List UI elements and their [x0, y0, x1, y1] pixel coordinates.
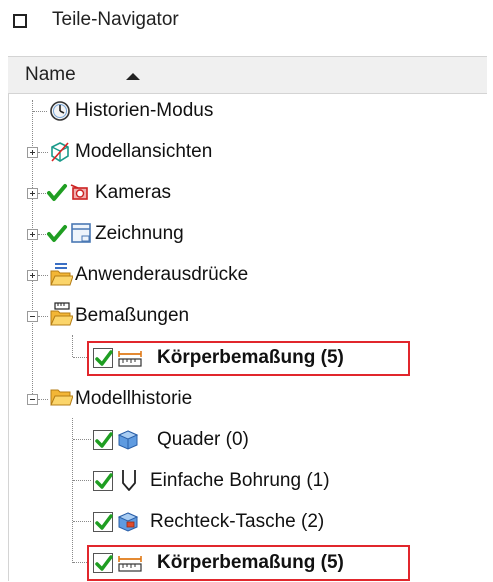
tree-item-label: Rechteck-Tasche (2)	[150, 511, 325, 532]
tree-item-model-views[interactable]: Modellansichten	[0, 133, 493, 173]
window-title: Teile-Navigator	[52, 9, 179, 30]
tree-item-drawing[interactable]: Zeichnung	[0, 215, 493, 255]
expand-plus-icon[interactable]	[27, 270, 38, 281]
visibility-checkbox[interactable]	[93, 348, 113, 368]
tree-item-body-dimension[interactable]: Körperbemaßung (5)	[0, 338, 493, 378]
expand-plus-icon[interactable]	[27, 229, 38, 240]
tree-line	[33, 111, 47, 112]
cube-icon	[117, 429, 139, 451]
tree-item-body-dimension[interactable]: Körperbemaßung (5)	[0, 542, 493, 582]
tree-item-cameras[interactable]: Kameras	[0, 174, 493, 214]
dimension-ruler-icon	[117, 552, 143, 574]
expressions-folder-icon	[49, 261, 73, 287]
visibility-checkbox[interactable]	[93, 471, 113, 491]
tree-line	[38, 152, 48, 153]
tree-item-label: Körperbemaßung (5)	[157, 347, 344, 368]
tree-item-model-history[interactable]: Modellhistorie	[0, 380, 493, 420]
tree-item-label: Anwenderausdrücke	[75, 264, 249, 285]
tree-item-user-expressions[interactable]: Anwenderausdrücke	[0, 256, 493, 296]
collapse-minus-icon[interactable]	[27, 311, 38, 322]
tree-item-label: Historien-Modus	[75, 100, 214, 121]
dimensions-folder-icon	[49, 301, 73, 327]
clock-icon	[49, 100, 71, 122]
tree-line	[73, 521, 91, 522]
tree-item-label: Quader (0)	[157, 429, 249, 450]
visibility-checkbox[interactable]	[93, 553, 113, 573]
tree-line	[38, 234, 46, 235]
tree-item-label: Modellansichten	[75, 141, 213, 162]
collapse-minus-icon[interactable]	[27, 394, 38, 405]
tree-line	[38, 316, 48, 317]
tree-item-dimensions[interactable]: Bemaßungen	[0, 297, 493, 337]
visibility-checkbox[interactable]	[93, 512, 113, 532]
tree-line	[73, 439, 91, 440]
checkmark-icon	[46, 182, 68, 204]
column-header-label: Name	[25, 64, 76, 85]
column-header-name[interactable]: Name	[8, 56, 487, 94]
tree-item-label: Modellhistorie	[75, 388, 193, 409]
sort-ascending-icon	[126, 73, 140, 80]
tree-item-label: Zeichnung	[95, 223, 184, 244]
expand-plus-icon[interactable]	[27, 147, 38, 158]
expand-plus-icon[interactable]	[27, 188, 38, 199]
checkmark-icon	[46, 223, 68, 245]
tree-item-simple-hole[interactable]: Einfache Bohrung (1)	[0, 461, 493, 501]
camera-icon	[69, 182, 91, 204]
tree-item-label: Körperbemaßung (5)	[157, 552, 344, 573]
tree-item-label: Kameras	[95, 182, 172, 203]
open-folder-icon	[49, 387, 73, 409]
visibility-checkbox[interactable]	[93, 430, 113, 450]
drawing-sheet-icon	[70, 222, 92, 244]
pocket-icon	[117, 511, 139, 533]
tree-line	[38, 275, 48, 276]
tree-line	[38, 193, 46, 194]
dimension-ruler-icon	[117, 347, 143, 369]
tree-item-label: Bemaßungen	[75, 305, 190, 326]
window-box-icon	[13, 14, 27, 28]
tree-line	[73, 480, 91, 481]
tree-item-history-mode[interactable]: Historien-Modus	[0, 92, 493, 132]
hole-icon	[118, 468, 140, 491]
tree-item-rect-pocket[interactable]: Rechteck-Tasche (2)	[0, 502, 493, 542]
tree-item-label: Einfache Bohrung (1)	[150, 470, 330, 491]
title-bar: Teile-Navigator	[0, 0, 493, 46]
tree-line	[38, 399, 48, 400]
tree-item-block[interactable]: Quader (0)	[0, 420, 493, 460]
model-views-icon	[49, 141, 71, 163]
